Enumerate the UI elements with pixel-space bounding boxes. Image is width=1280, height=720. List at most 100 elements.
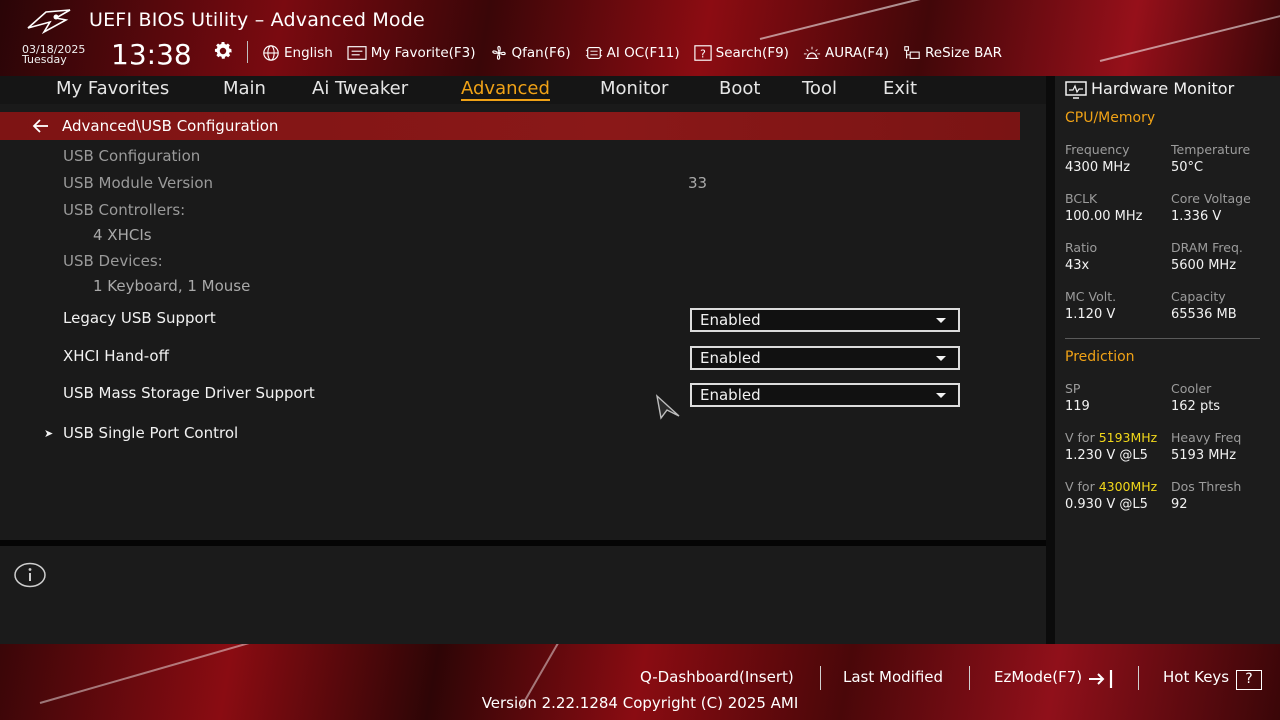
language-button[interactable]: English — [262, 44, 333, 62]
submenu-arrow-icon: ➤ — [44, 427, 54, 440]
footer-divider — [820, 666, 821, 690]
last-modified-button[interactable]: Last Modified — [843, 668, 943, 686]
temperature-label: Temperature — [1171, 142, 1251, 157]
my-favorite-button[interactable]: My Favorite(F3) — [347, 44, 476, 62]
favorite-list-icon — [347, 46, 367, 60]
v-for-dos-freq: 4300MHz — [1098, 479, 1158, 494]
resize-bar-button[interactable]: ReSize BAR — [903, 44, 1002, 62]
ai-oc-label: AI OC(F11) — [606, 45, 680, 61]
fan-icon — [491, 45, 506, 60]
capacity-value: 65536 MB — [1171, 307, 1237, 322]
ai-oc-icon — [585, 47, 602, 59]
v-for-dos-label: V for 4300MHz — [1065, 479, 1157, 494]
search-button[interactable]: ? Search(F9) — [693, 44, 789, 62]
language-label: English — [284, 45, 333, 61]
decor-streak — [1099, 11, 1280, 62]
sp-label: SP — [1065, 381, 1081, 396]
usb-module-version-label: USB Module Version — [63, 174, 214, 192]
usb-devices-value: 1 Keyboard, 1 Mouse — [93, 277, 251, 295]
v-for-dos-value: 0.930 V @L5 — [1065, 497, 1148, 512]
help-panel — [0, 546, 1046, 644]
footer-divider — [969, 666, 970, 690]
search-label: Search(F9) — [715, 45, 789, 61]
cooler-value: 162 pts — [1171, 399, 1221, 414]
legacy-usb-support-label[interactable]: Legacy USB Support — [63, 309, 216, 327]
qfan-button[interactable]: Qfan(F6) — [490, 44, 571, 62]
tab-monitor[interactable]: Monitor — [600, 78, 668, 99]
hardware-monitor-panel: Hardware Monitor CPU/Memory Frequency 43… — [1055, 76, 1280, 644]
cooler-label: Cooler — [1171, 381, 1212, 396]
heavy-freq-value: 5193 MHz — [1171, 448, 1237, 463]
decor-streak — [759, 0, 1071, 40]
chevron-down-icon — [936, 356, 946, 361]
main-tabs: My Favorites Main Ai Tweaker Advanced Mo… — [0, 76, 1046, 104]
info-icon — [14, 562, 46, 588]
svg-text:?: ? — [700, 48, 706, 61]
footer-bar: Q-Dashboard(Insert) Last Modified EzMode… — [0, 644, 1280, 720]
tab-ai-tweaker[interactable]: Ai Tweaker — [312, 78, 408, 99]
back-arrow-icon[interactable] — [32, 117, 50, 135]
bclk-value: 100.00 MHz — [1065, 209, 1143, 224]
exit-to-ezmode-icon[interactable] — [1087, 668, 1115, 690]
legacy-usb-support-value: Enabled — [700, 311, 761, 329]
qfan-label: Qfan(F6) — [511, 45, 571, 61]
panel-gap — [1046, 76, 1055, 644]
mc-volt-value: 1.120 V — [1065, 307, 1116, 322]
hot-keys-help-icon[interactable]: ? — [1236, 670, 1262, 690]
tab-tool[interactable]: Tool — [802, 78, 837, 99]
core-voltage-value: 1.336 V — [1171, 209, 1222, 224]
temperature-value: 50°C — [1171, 160, 1204, 175]
monitor-icon — [1065, 81, 1087, 99]
day-display: Tuesday — [22, 53, 67, 66]
ezmode-button[interactable]: EzMode(F7) — [994, 668, 1082, 686]
capacity-label: Capacity — [1171, 289, 1226, 304]
footer-divider — [1138, 666, 1139, 690]
chevron-down-icon — [936, 318, 946, 323]
resize-bar-label: ReSize BAR — [925, 45, 1002, 61]
xhci-hand-off-value: Enabled — [700, 349, 761, 367]
frequency-value: 4300 MHz — [1065, 160, 1131, 175]
core-voltage-label: Core Voltage — [1171, 191, 1251, 206]
tab-boot[interactable]: Boot — [719, 78, 760, 99]
hot-keys-button[interactable]: Hot Keys — [1163, 668, 1229, 686]
rog-logo-icon — [27, 9, 71, 34]
heavy-freq-label: Heavy Freq — [1171, 430, 1242, 445]
usb-module-version-value: 33 — [688, 174, 708, 192]
breadcrumb: Advanced\USB Configuration — [0, 112, 1020, 140]
globe-icon — [263, 45, 279, 61]
usb-single-port-control-link[interactable]: USB Single Port Control — [63, 424, 238, 442]
usb-controllers-value: 4 XHCIs — [93, 226, 152, 244]
settings-panel: Advanced\USB Configuration USB Configura… — [0, 104, 1046, 540]
ratio-value: 43x — [1065, 258, 1090, 273]
sp-value: 119 — [1065, 399, 1090, 414]
tab-main[interactable]: Main — [223, 78, 266, 99]
usb-configuration-heading: USB Configuration — [63, 147, 201, 165]
aura-light-icon — [803, 46, 821, 59]
mc-volt-label: MC Volt. — [1065, 289, 1117, 304]
ai-oc-button[interactable]: AI OC(F11) — [585, 44, 680, 62]
legacy-usb-support-dropdown[interactable]: Enabled — [690, 308, 960, 332]
q-dashboard-button[interactable]: Q-Dashboard(Insert) — [640, 668, 794, 686]
ratio-label: Ratio — [1065, 240, 1098, 255]
usb-mass-storage-dropdown[interactable]: Enabled — [690, 383, 960, 407]
gear-icon[interactable] — [212, 40, 234, 62]
search-icon: ? — [693, 45, 712, 61]
tab-exit[interactable]: Exit — [883, 78, 917, 99]
v-for-heavy-label: V for 5193MHz — [1065, 430, 1157, 445]
usb-mass-storage-label[interactable]: USB Mass Storage Driver Support — [63, 384, 315, 402]
v-for-prefix: V for — [1065, 479, 1099, 494]
dram-freq-label: DRAM Freq. — [1171, 240, 1243, 255]
dos-thresh-value: 92 — [1171, 497, 1188, 512]
clock-display[interactable]: 13:38 — [111, 40, 192, 70]
header-divider — [247, 41, 248, 63]
tab-my-favorites[interactable]: My Favorites — [56, 78, 169, 99]
aura-button[interactable]: AURA(F4) — [803, 44, 889, 62]
v-for-prefix: V for — [1065, 430, 1099, 445]
xhci-hand-off-dropdown[interactable]: Enabled — [690, 346, 960, 370]
chevron-down-icon — [936, 393, 946, 398]
toolbar: English My Favorite(F3) Qfan(F6) AI OC(F… — [262, 43, 1016, 63]
tab-advanced[interactable]: Advanced — [461, 78, 550, 101]
xhci-hand-off-label[interactable]: XHCI Hand-off — [63, 347, 169, 365]
v-for-heavy-freq: 5193MHz — [1098, 430, 1158, 445]
prediction-section: Prediction — [1065, 349, 1135, 365]
